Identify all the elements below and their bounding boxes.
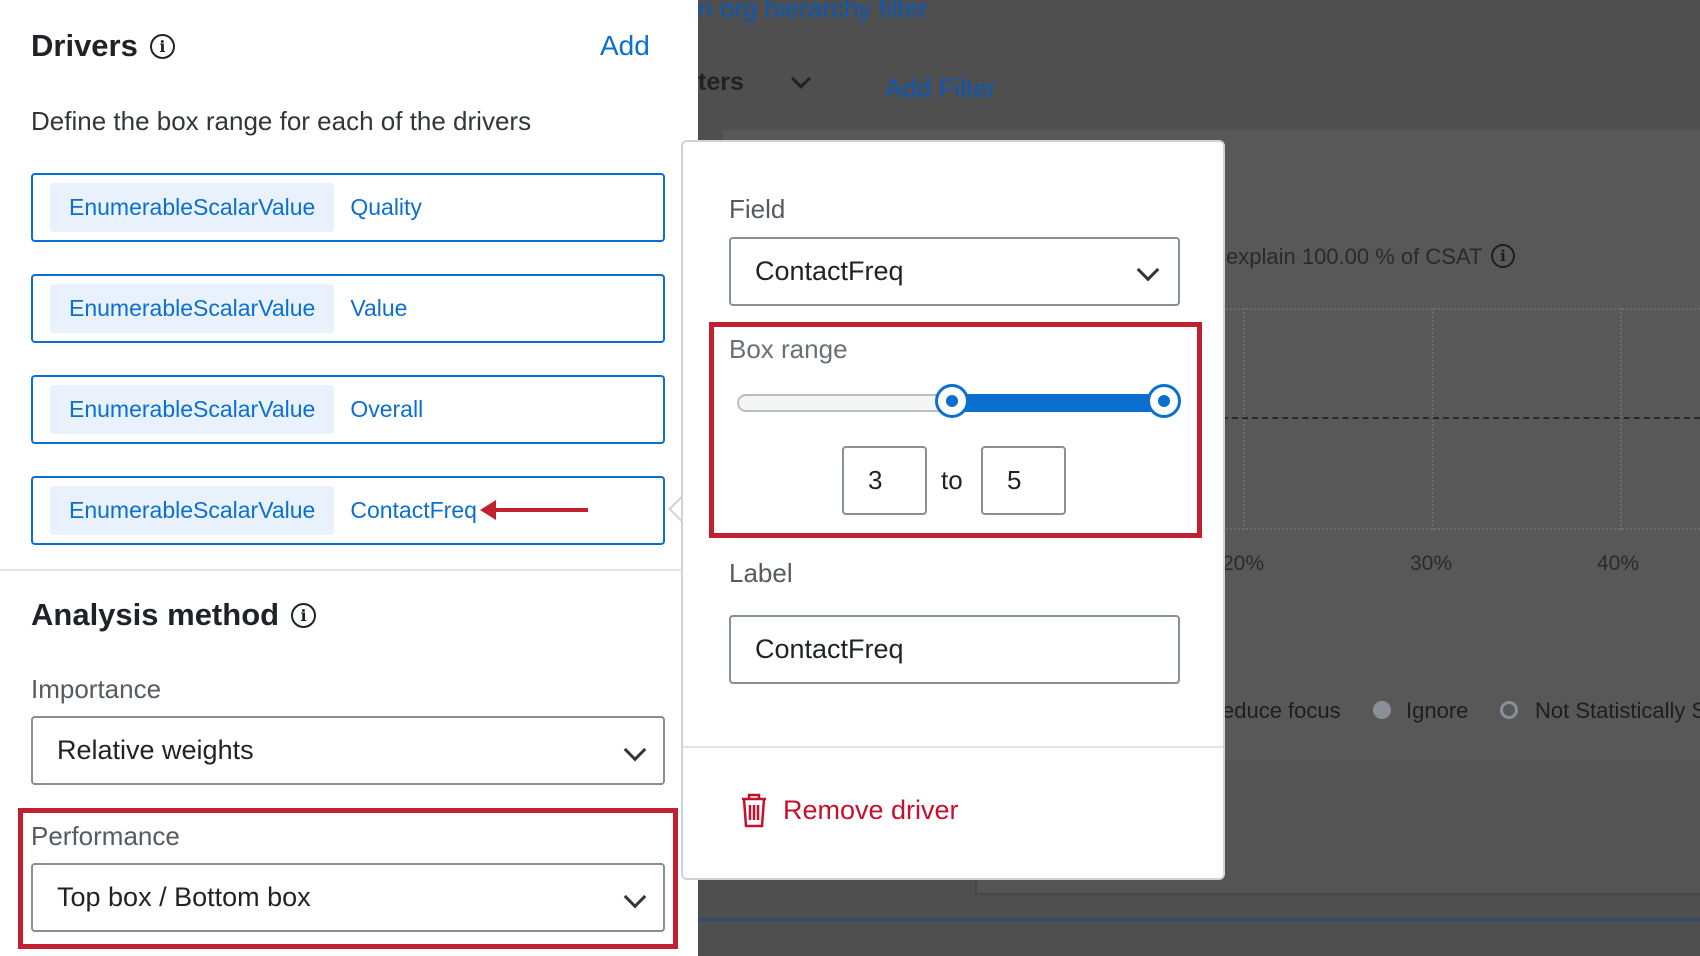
range-to-label: to (941, 465, 963, 495)
add-filter-link[interactable]: Add Filter (885, 73, 996, 104)
axis-tick-label: 30% (1410, 552, 1453, 575)
range-max-input[interactable]: 5 (981, 446, 1066, 515)
explain-text: explain 100.00 % of CSAT (1226, 244, 1483, 269)
legend-label: educe focus (1222, 698, 1341, 723)
grid-line (1222, 308, 1700, 310)
grid-line (1243, 308, 1245, 530)
grid-line (1620, 308, 1622, 530)
remove-driver-label: Remove driver (783, 794, 959, 825)
performance-label: Performance (31, 821, 180, 851)
axis-tick-label: 40% (1597, 552, 1640, 575)
axis-tick-label: 20% (1222, 552, 1265, 575)
range-slider-low-handle[interactable] (935, 384, 969, 418)
label-value: ContactFreq (755, 634, 904, 664)
drivers-heading: Drivers i (31, 28, 175, 64)
chevron-down-icon[interactable] (791, 69, 811, 89)
analysis-heading: Analysis method i (31, 597, 317, 633)
info-icon[interactable]: i (149, 33, 175, 59)
org-hierarchy-filter-link[interactable]: n org hierarchy filter (698, 0, 928, 24)
importance-label: Importance (31, 674, 162, 704)
driver-type-chip: EnumerableScalarValue (50, 284, 335, 333)
drivers-title: Drivers (31, 28, 138, 63)
driver-name: ContactFreq (350, 497, 477, 523)
performance-value: Top box / Bottom box (57, 882, 311, 912)
grid-line (1432, 308, 1434, 530)
driver-item-quality[interactable]: EnumerableScalarValue Quality (31, 173, 665, 242)
remove-driver-button[interactable]: Remove driver (739, 792, 959, 828)
chevron-down-icon (623, 885, 647, 909)
range-min-input[interactable]: 3 (842, 446, 927, 515)
driver-type-chip: EnumerableScalarValue (50, 385, 335, 434)
label-label: Label (729, 558, 793, 588)
trash-icon (742, 793, 766, 828)
field-select[interactable]: ContactFreq (729, 237, 1180, 306)
add-driver-button[interactable]: Add (600, 30, 650, 62)
driver-type-chip: EnumerableScalarValue (50, 486, 335, 535)
box-range-label: Box range (729, 334, 848, 364)
drivers-description: Define the box range for each of the dri… (31, 106, 532, 136)
driver-name: Overall (350, 396, 424, 422)
analysis-title: Analysis method (31, 597, 280, 632)
driver-name: Value (350, 295, 408, 321)
range-max-value: 5 (1007, 465, 1022, 495)
driver-name: Quality (350, 194, 422, 220)
driver-item-value[interactable]: EnumerableScalarValue Value (31, 274, 665, 343)
reference-line (1222, 417, 1700, 419)
grid-line (1222, 528, 1700, 530)
section-divider (0, 569, 698, 571)
label-input[interactable]: ContactFreq (729, 615, 1180, 684)
legend-dot-icon (1500, 701, 1518, 719)
legend-dot-icon (1373, 701, 1391, 719)
driver-edit-popover: Field ContactFreq Box range 3 to 5 Label… (681, 140, 1225, 880)
performance-select[interactable]: Top box / Bottom box (31, 863, 665, 932)
driver-item-overall[interactable]: EnumerableScalarValue Overall (31, 375, 665, 444)
legend-label: Not Statistically S (1535, 698, 1700, 723)
legend-label: Ignore (1406, 698, 1469, 723)
field-value: ContactFreq (755, 256, 904, 286)
popover-divider (683, 746, 1223, 748)
chevron-down-icon (623, 738, 647, 762)
info-icon[interactable]: i (1491, 244, 1515, 268)
footer-strip (698, 918, 1700, 921)
annotation-arrow-line (493, 508, 588, 512)
importance-select[interactable]: Relative weights (31, 716, 665, 785)
filters-heading: ters (698, 68, 744, 96)
driver-type-chip: EnumerableScalarValue (50, 183, 335, 232)
range-min-value: 3 (868, 465, 883, 495)
range-slider-fill (952, 394, 1164, 412)
info-icon[interactable]: i (291, 602, 317, 628)
chevron-down-icon (1136, 258, 1160, 282)
field-label: Field (729, 194, 786, 224)
importance-value: Relative weights (57, 735, 254, 765)
range-slider-high-handle[interactable] (1147, 384, 1181, 418)
drivers-panel: Drivers i Add Define the box range for e… (0, 0, 698, 956)
